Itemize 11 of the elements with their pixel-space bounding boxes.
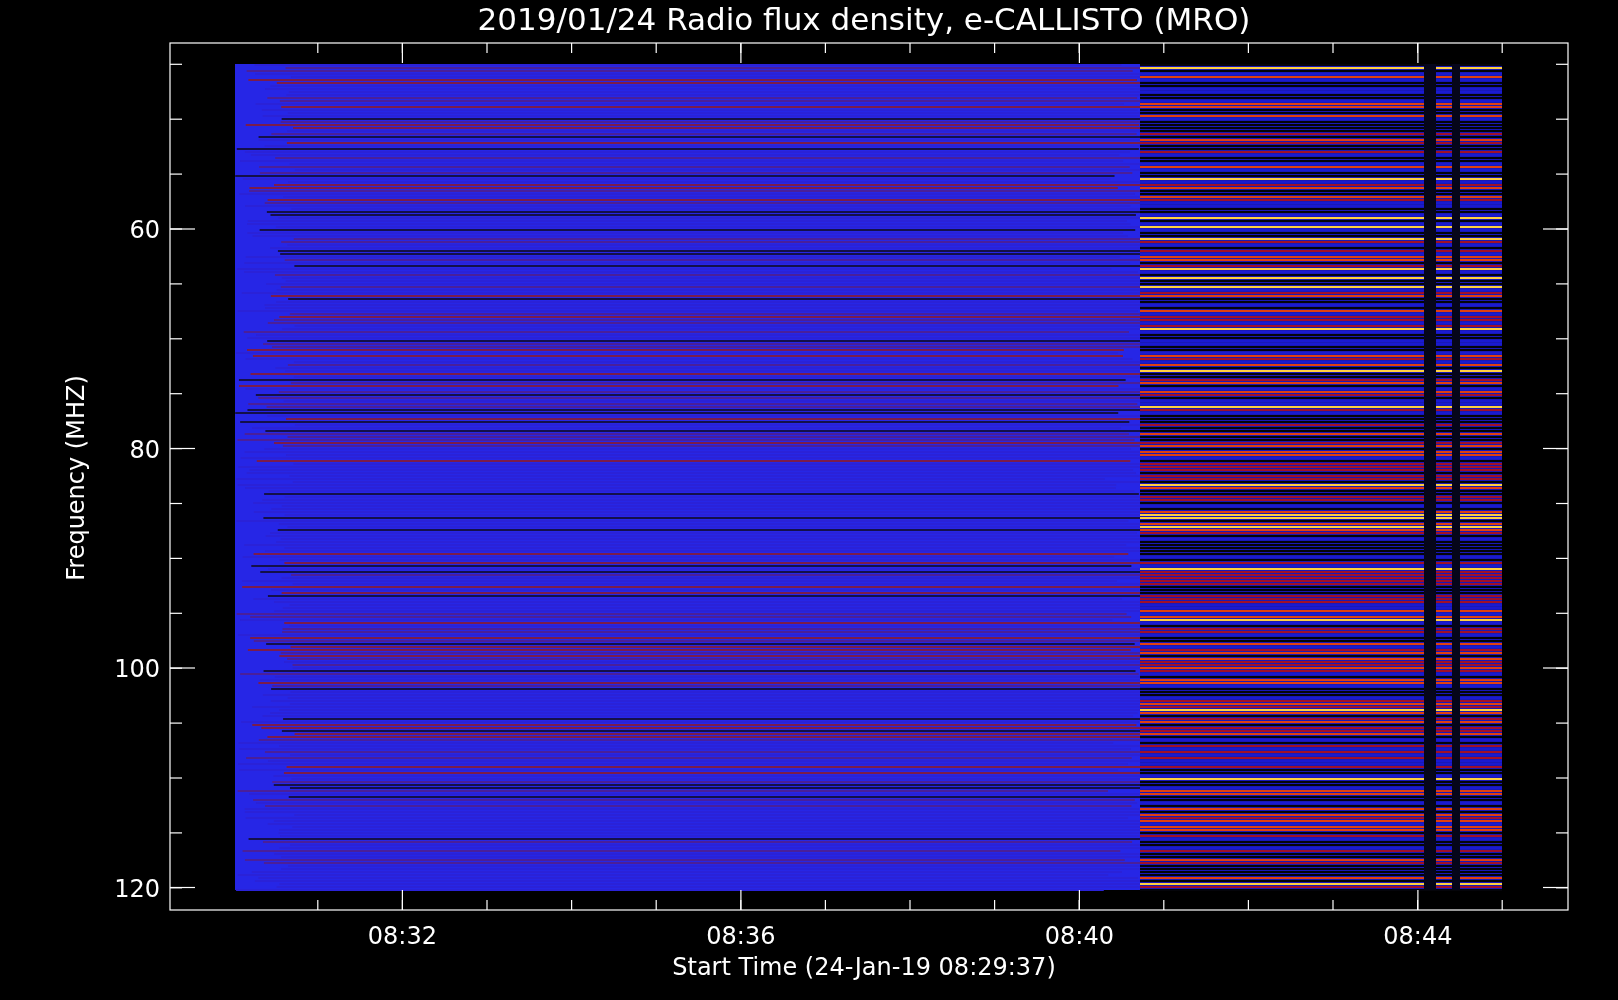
tick-label: 08:36 bbox=[706, 922, 776, 950]
axis-title: Start Time (24-Jan-19 08:29:37) bbox=[672, 953, 1056, 981]
axis-title: Frequency (MHZ) bbox=[62, 375, 90, 581]
tick-label: 08:32 bbox=[367, 922, 437, 950]
tick-label: 08:40 bbox=[1044, 922, 1114, 950]
chart-title: 2019/01/24 Radio flux density, e-CALLISTO (MRO) bbox=[477, 1, 1251, 37]
tick-label: 100 bbox=[114, 655, 160, 683]
tick-label: 60 bbox=[129, 216, 160, 244]
tick-label: 120 bbox=[114, 874, 160, 903]
tick-label: 80 bbox=[129, 435, 160, 464]
tick-label: 08:44 bbox=[1383, 922, 1453, 950]
